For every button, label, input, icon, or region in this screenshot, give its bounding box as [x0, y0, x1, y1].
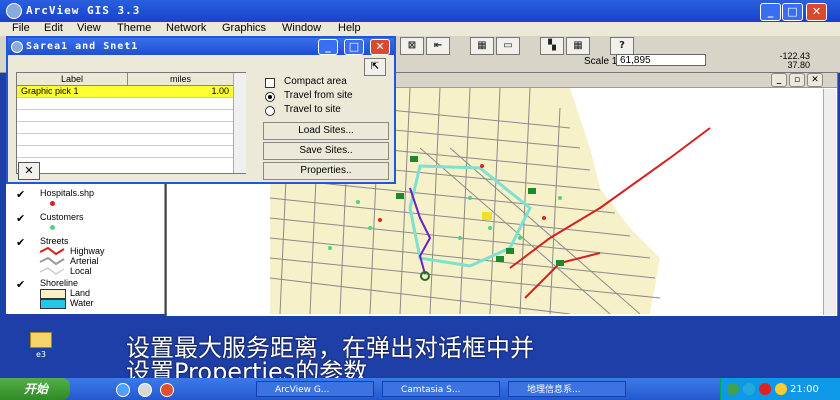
- delete-site-button[interactable]: ✕: [18, 162, 40, 180]
- table-row-empty[interactable]: [17, 110, 233, 122]
- tray-network-icon[interactable]: [727, 383, 739, 395]
- dialog-minimize-button[interactable]: _: [318, 39, 338, 55]
- taskbar-arcview[interactable]: ArcView G...: [256, 381, 374, 397]
- layer-hospitals[interactable]: Hospitals.shp: [40, 188, 94, 198]
- taskbar-gis[interactable]: 地理信息系...: [508, 381, 626, 397]
- menu-network[interactable]: Network: [166, 22, 206, 34]
- travel-from-label: Travel from site: [284, 90, 353, 101]
- layer-customers[interactable]: Customers: [40, 212, 84, 222]
- travel-to-radio[interactable]: [265, 106, 275, 116]
- dialog-close-button[interactable]: ✕: [370, 39, 390, 55]
- scale-label: Scale 1:: [584, 56, 621, 67]
- service-area-dialog: Sarea1 and Snet1 _ □ ✕ ⇱ Label miles Gra…: [6, 36, 396, 184]
- checkbox-shoreline[interactable]: ✔: [16, 278, 25, 291]
- table-row-empty[interactable]: [17, 134, 233, 146]
- water-area: [570, 88, 725, 314]
- legend-land: Land: [70, 288, 91, 298]
- hospital-symbol: [50, 201, 55, 206]
- dialog-titlebar: Sarea1 and Snet1 _ □ ✕: [8, 38, 394, 55]
- column-miles-header[interactable]: miles: [128, 73, 233, 86]
- table-of-contents: ✔ Hospitals.shp ✔ Customers ✔ Streets Hi…: [6, 184, 165, 314]
- dialog-title: Sarea1 and Snet1: [26, 41, 139, 52]
- ie-icon[interactable]: [116, 383, 130, 397]
- column-label-header[interactable]: Label: [17, 73, 128, 86]
- app-title-bar: ArcView GIS 3.3 _ □ ✕: [0, 0, 840, 22]
- highway-line-2: [524, 252, 601, 299]
- tray-sound-icon[interactable]: [743, 383, 755, 395]
- travel-from-radio[interactable]: [265, 92, 275, 102]
- tray-ati-icon[interactable]: [759, 383, 771, 395]
- water-symbol: [40, 299, 66, 309]
- table-row-empty[interactable]: [17, 146, 233, 158]
- table-scrollbar[interactable]: [233, 73, 246, 173]
- maximize-button[interactable]: □: [782, 3, 803, 21]
- table-row-empty[interactable]: [17, 122, 233, 134]
- app-icon: [6, 3, 22, 19]
- network-tool-button[interactable]: ⇱: [364, 58, 386, 76]
- legend-local: Local: [70, 266, 92, 276]
- media-icon[interactable]: [160, 383, 174, 397]
- desktop-icon-label: e3: [36, 350, 47, 359]
- zoom-previous-button[interactable]: ⇤: [426, 37, 450, 55]
- land-symbol: [40, 289, 66, 299]
- table-row[interactable]: Graphic pick 1 1.00: [17, 86, 233, 98]
- layout-button[interactable]: ▭: [496, 37, 520, 55]
- dialog-maximize-button[interactable]: □: [344, 39, 364, 55]
- menu-graphics[interactable]: Graphics: [222, 22, 266, 34]
- view-restore-button[interactable]: ▫: [789, 73, 805, 87]
- table-row-empty[interactable]: [17, 98, 233, 110]
- quick-launch-icon[interactable]: [138, 383, 152, 397]
- view-close-button[interactable]: ✕: [807, 73, 823, 87]
- dialog-icon: [11, 41, 23, 53]
- legend-highway: Highway: [70, 246, 105, 256]
- menu-edit[interactable]: Edit: [44, 22, 63, 34]
- graphic-pick-marker: [482, 212, 492, 220]
- clock: 21:00: [790, 384, 819, 395]
- row-label: Graphic pick 1: [21, 86, 79, 96]
- load-sites-button[interactable]: Load Sites...: [263, 122, 389, 140]
- save-sites-button[interactable]: Save Sites..: [263, 142, 389, 160]
- coordinate-readout: -122.43 37.80: [778, 52, 810, 70]
- menu-bar: File Edit View Theme Network Graphics Wi…: [0, 22, 840, 36]
- app-title: ArcView GIS 3.3: [26, 4, 141, 17]
- layer-shoreline[interactable]: Shoreline: [40, 278, 78, 288]
- layer-streets[interactable]: Streets: [40, 236, 69, 246]
- menu-view[interactable]: View: [77, 22, 101, 34]
- compact-area-checkbox[interactable]: [265, 78, 275, 88]
- grid-tool-button[interactable]: ▦: [470, 37, 494, 55]
- sites-table[interactable]: Label miles Graphic pick 1 1.00: [16, 72, 246, 174]
- chart-button[interactable]: ▚: [540, 37, 564, 55]
- view-scrollbar[interactable]: [823, 89, 836, 315]
- properties-button[interactable]: Properties..: [263, 162, 389, 180]
- menu-theme[interactable]: Theme: [117, 22, 151, 34]
- stats-button[interactable]: ▦: [566, 37, 590, 55]
- scale-input[interactable]: 61,895: [616, 54, 706, 66]
- travel-to-label: Travel to site: [284, 104, 341, 115]
- tray-app-icon[interactable]: [775, 383, 787, 395]
- row-miles[interactable]: 1.00: [187, 86, 229, 97]
- menu-help[interactable]: Help: [338, 22, 361, 34]
- system-tray: [720, 378, 840, 400]
- help-tool-button[interactable]: ?: [610, 37, 634, 55]
- taskbar-camtasia[interactable]: Camtasia S...: [382, 381, 500, 397]
- checkbox-hospitals[interactable]: ✔: [16, 188, 25, 201]
- view-minimize-button[interactable]: _: [771, 73, 787, 87]
- close-button[interactable]: ✕: [806, 3, 827, 21]
- checkbox-streets[interactable]: ✔: [16, 236, 25, 249]
- legend-arterial: Arterial: [70, 256, 99, 266]
- legend-water: Water: [70, 298, 94, 308]
- zoom-extent-button[interactable]: ⊠: [400, 37, 424, 55]
- customer-symbol: [50, 225, 55, 230]
- coord-y: 37.80: [787, 60, 810, 70]
- folder-icon[interactable]: [30, 332, 52, 348]
- menu-window[interactable]: Window: [282, 22, 321, 34]
- start-button[interactable]: 开始: [0, 378, 70, 400]
- menu-file[interactable]: File: [12, 22, 30, 34]
- minimize-button[interactable]: _: [760, 3, 781, 21]
- compact-area-label: Compact area: [284, 76, 347, 87]
- street-symbols: [39, 246, 65, 275]
- checkbox-customers[interactable]: ✔: [16, 212, 25, 225]
